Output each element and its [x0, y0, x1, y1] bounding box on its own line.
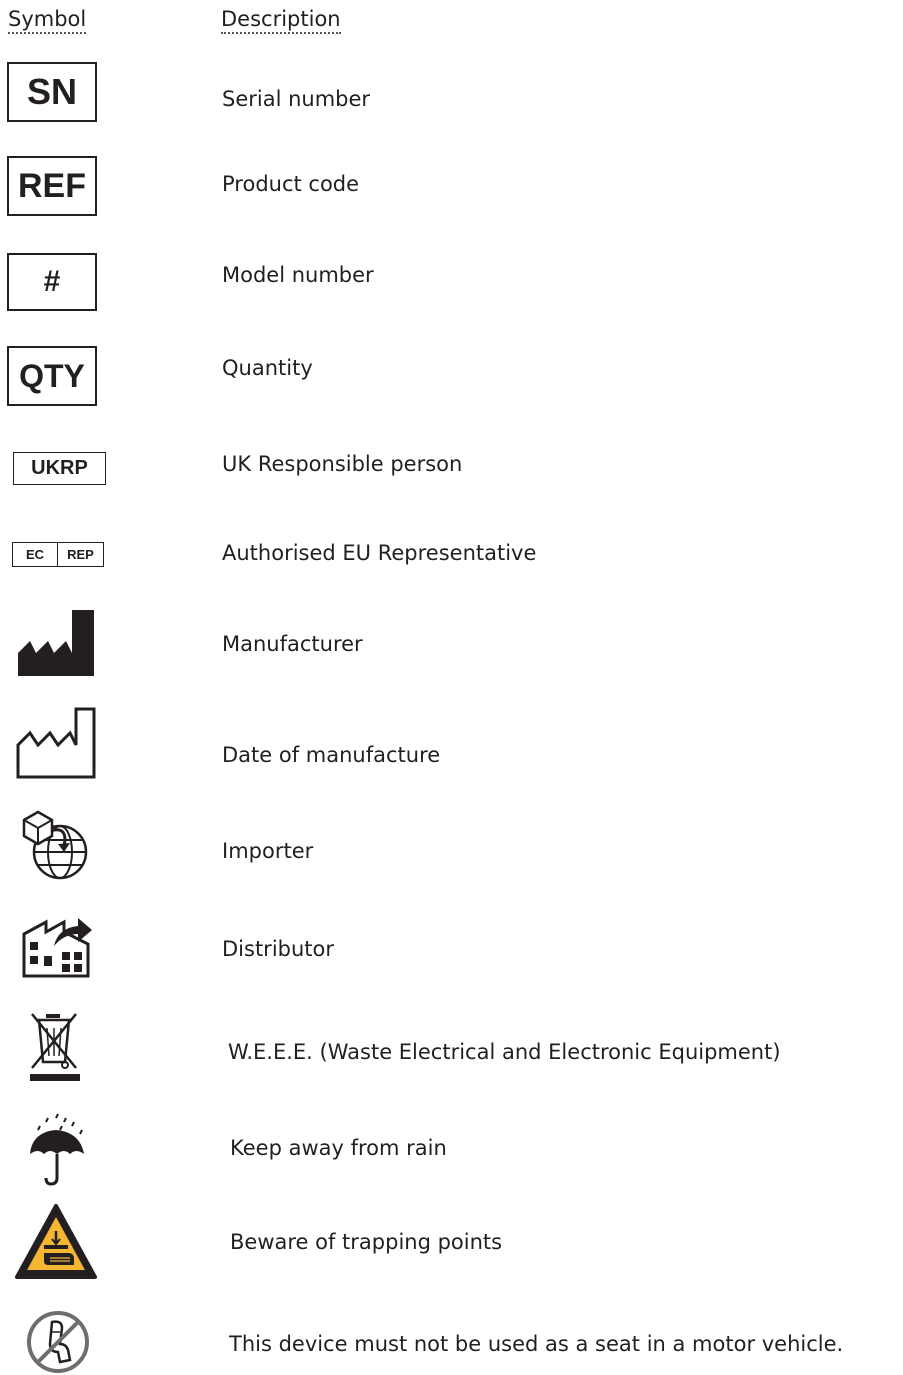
ukrp-description: UK Responsible person [222, 452, 463, 476]
trapping-points-warning-icon [15, 1204, 97, 1279]
quantity-symbol: QTY [7, 346, 97, 406]
ec-rep-description: Authorised EU Representative [222, 541, 537, 565]
product-code-symbol-text: REF [18, 166, 86, 205]
ec-rep-symbol-left-text: EC [25, 547, 45, 562]
date-of-manufacture-description: Date of manufacture [222, 743, 441, 767]
quantity-description: Quantity [222, 356, 313, 380]
no-motor-vehicle-seat-icon [27, 1311, 89, 1373]
description-column-header: Description [221, 6, 341, 34]
importer-description: Importer [222, 839, 314, 863]
model-number-symbol-text: # [43, 265, 61, 298]
keep-away-from-rain-icon [30, 1113, 84, 1186]
ukrp-symbol: UKRP [13, 452, 106, 485]
date-of-manufacture-icon [16, 707, 96, 779]
product-code-description: Product code [222, 172, 360, 196]
manufacturer-description: Manufacturer [222, 632, 363, 656]
symbol-column-header: Symbol [8, 6, 87, 34]
quantity-symbol-text: QTY [19, 357, 85, 394]
serial-number-description: Serial number [222, 87, 371, 111]
ukrp-symbol-text: UKRP [31, 457, 88, 479]
manufacturer-icon [18, 610, 94, 676]
distributor-description: Distributor [222, 937, 335, 961]
no-motor-vehicle-seat-description: This device must not be used as a seat i… [229, 1332, 844, 1356]
serial-number-symbol: SN [7, 62, 97, 122]
weee-icon [30, 1013, 80, 1081]
weee-description: W.E.E.E. (Waste Electrical and Electroni… [228, 1040, 781, 1064]
serial-number-symbol-text: SN [26, 71, 77, 112]
trapping-points-description: Beware of trapping points [230, 1230, 503, 1254]
model-number-symbol: # [7, 253, 97, 311]
ec-rep-symbol-right-text: REP [67, 547, 94, 562]
importer-icon [22, 810, 88, 880]
product-code-symbol: REF [7, 156, 97, 216]
keep-away-from-rain-description: Keep away from rain [230, 1136, 447, 1160]
distributor-icon [22, 918, 92, 978]
model-number-description: Model number [222, 263, 374, 287]
ec-rep-symbol: EC REP [12, 542, 104, 567]
